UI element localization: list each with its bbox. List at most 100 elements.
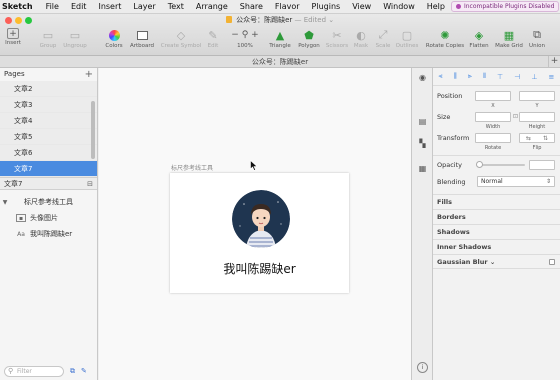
add-tab-button[interactable]: +	[548, 56, 560, 68]
layer-artboard[interactable]: ▼ 标尺参考线工具	[0, 194, 97, 210]
edited-indicator[interactable]: — Edited ⌄	[295, 16, 335, 24]
document-title: 公众号：陈踢缺er	[236, 16, 293, 24]
inner-shadows-section[interactable]: Inner Shadows	[433, 239, 560, 254]
image-layer-icon: ▪	[16, 214, 26, 222]
inspector-panel: ⫷ ⫼ ⫸ ⦀ ⊤ ⊣ ⊥ ≡ Position X Y Size ⊡ Widt…	[433, 68, 560, 380]
incompatible-plugins-badge[interactable]: Incompatible Plugins Disabled	[450, 1, 560, 12]
align-middle-icon[interactable]: ⊣	[514, 73, 520, 81]
edit-layer-icon[interactable]: ✎	[81, 367, 87, 375]
flip-buttons[interactable]: ⇆ ⇅	[519, 133, 555, 143]
rotate-input[interactable]	[475, 133, 511, 143]
align-top-icon[interactable]: ⊤	[497, 73, 503, 81]
align-left-icon[interactable]: ⫷	[439, 72, 443, 81]
triangle-label: Triangle	[269, 43, 291, 49]
insert-button[interactable]: + Insert	[0, 28, 30, 46]
artboard-button[interactable]: Artboard	[125, 28, 159, 49]
artboard-title[interactable]: 标尺参考线工具	[171, 163, 213, 172]
export-tab-icon[interactable]: ▤	[417, 116, 428, 127]
layer-filter-input[interactable]: ⚲ Filter	[4, 366, 64, 377]
rotate-copies-icon: ✺	[440, 28, 450, 42]
union-icon: ⧉	[533, 28, 541, 41]
info-icon[interactable]: i	[417, 362, 428, 373]
distribute-h-icon[interactable]: ⦀	[483, 72, 486, 81]
borders-label: Borders	[437, 213, 466, 221]
menu-edit[interactable]: Edit	[65, 2, 93, 11]
artboard-name-text[interactable]: 我叫陈踢缺er	[170, 260, 349, 277]
union-button[interactable]: ⧉ Union	[520, 28, 554, 49]
ungroup-button[interactable]: ▭ Ungroup	[58, 28, 92, 50]
flip-horizontal-icon[interactable]: ⇆	[526, 135, 531, 142]
layout-tab-icon[interactable]: ▚	[417, 138, 428, 149]
shadows-section[interactable]: Shadows	[433, 224, 560, 239]
avatar-image[interactable]	[232, 190, 290, 248]
menu-view[interactable]: View	[346, 2, 377, 11]
opacity-input[interactable]	[529, 160, 555, 170]
text-layer-icon: Aa	[17, 230, 25, 238]
add-page-button[interactable]: +	[85, 68, 93, 81]
menu-plugins[interactable]: Plugins	[306, 2, 347, 11]
minimize-window-icon[interactable]	[15, 17, 22, 24]
page-item[interactable]: 文章3	[0, 97, 97, 113]
align-tab-icon[interactable]: ◉	[417, 72, 428, 83]
triangle-icon: ▲	[275, 28, 285, 42]
flip-vertical-icon[interactable]: ⇅	[543, 135, 548, 142]
lock-ratio-icon[interactable]: ⊡	[513, 113, 518, 120]
create-symbol-button[interactable]: ◇ Create Symbol	[161, 28, 202, 50]
height-input[interactable]	[519, 112, 555, 122]
zoom-window-icon[interactable]	[25, 17, 32, 24]
menu-app-name[interactable]: Sketch	[0, 2, 40, 11]
rotate-copies-button[interactable]: ✺ Rotate Copies	[425, 28, 465, 50]
menu-window[interactable]: Window	[377, 2, 421, 11]
document-tab[interactable]: 公众号：陈踢缺er +	[0, 56, 560, 68]
opacity-slider[interactable]	[477, 164, 525, 166]
layer-text[interactable]: Aa 我叫陈踢缺er	[0, 226, 97, 242]
current-page-header[interactable]: 文章7 ⊟	[0, 177, 97, 190]
layer-image[interactable]: ▪ 头像图片	[0, 210, 97, 226]
blending-select[interactable]: Normal ⇕	[477, 176, 555, 187]
avatar-illustration	[232, 190, 290, 248]
zoom-control[interactable]: − ⚲ + 100%	[228, 28, 262, 49]
fills-section[interactable]: Fills	[433, 194, 560, 209]
align-bottom-icon[interactable]: ⊥	[531, 73, 537, 81]
menu-arrange[interactable]: Arrange	[190, 2, 234, 11]
outlines-button[interactable]: ▢ Outlines	[390, 28, 424, 50]
collapse-pages-icon[interactable]: ⊟	[87, 178, 93, 191]
position-y-input[interactable]	[519, 91, 555, 101]
grid-icon: ▦	[503, 28, 515, 42]
shadows-label: Shadows	[437, 228, 470, 236]
disclosure-triangle-icon[interactable]: ▼	[0, 199, 10, 206]
pages-scrollbar[interactable]	[91, 101, 95, 159]
grid-tab-icon[interactable]: ▦	[417, 163, 428, 174]
close-window-icon[interactable]	[5, 17, 12, 24]
artboard-label: Artboard	[129, 43, 155, 49]
export-icon[interactable]: ⧉	[70, 367, 75, 376]
page-item[interactable]: 文章6	[0, 145, 97, 161]
distribute-v-icon[interactable]: ≡	[549, 73, 555, 81]
borders-section[interactable]: Borders	[433, 209, 560, 224]
menu-flavor[interactable]: Flavor	[269, 2, 306, 11]
page-item-selected[interactable]: 文章7	[0, 161, 97, 177]
menu-insert[interactable]: Insert	[92, 2, 127, 11]
flatten-button[interactable]: ◈ Flatten	[462, 28, 496, 50]
layer-text-label: 我叫陈踢缺er	[30, 230, 73, 238]
menu-layer[interactable]: Layer	[127, 2, 161, 11]
menu-help[interactable]: Help	[421, 2, 451, 11]
page-item[interactable]: 文章2	[0, 81, 97, 97]
gaussian-blur-checkbox[interactable]	[549, 259, 555, 265]
align-center-h-icon[interactable]: ⫼	[454, 72, 457, 81]
rotate-copies-label: Rotate Copies	[425, 43, 465, 49]
page-item[interactable]: 文章5	[0, 129, 97, 145]
gaussian-blur-section[interactable]: Gaussian Blur ⌄	[433, 254, 560, 269]
left-sidebar: Pages + 文章2 文章3 文章4 文章5 文章6 文章7 文章7 ⊟ ▼ …	[0, 68, 98, 380]
menu-file[interactable]: File	[40, 2, 65, 11]
position-x-input[interactable]	[475, 91, 511, 101]
menu-share[interactable]: Share	[234, 2, 269, 11]
align-right-icon[interactable]: ⫸	[468, 72, 472, 81]
edit-button[interactable]: ✎ Edit	[196, 28, 230, 50]
menu-text[interactable]: Text	[162, 2, 190, 11]
blending-label: Blending	[437, 178, 466, 186]
document-icon	[225, 16, 232, 23]
page-item[interactable]: 文章4	[0, 113, 97, 129]
opacity-slider-knob[interactable]	[476, 161, 483, 168]
width-input[interactable]	[475, 112, 511, 122]
